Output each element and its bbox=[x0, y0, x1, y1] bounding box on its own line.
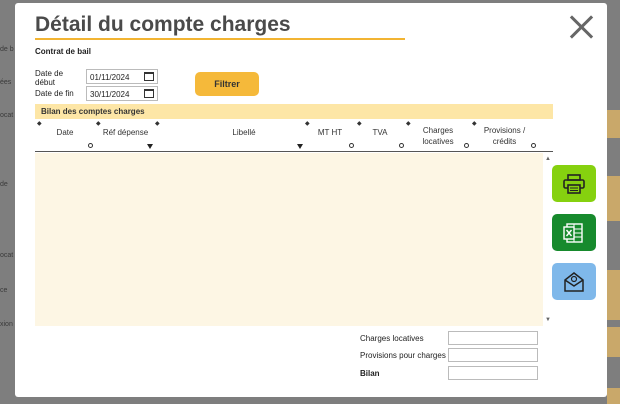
printer-icon bbox=[563, 173, 585, 194]
sort-icon[interactable]: ◆ bbox=[305, 120, 310, 127]
background-tile bbox=[607, 176, 620, 221]
end-date-field[interactable]: 30/11/2024 bbox=[86, 86, 158, 101]
sort-icon[interactable]: ◆ bbox=[357, 120, 362, 127]
search-icon[interactable] bbox=[531, 143, 536, 148]
charges-detail-modal: Détail du compte charges Contrat de bail… bbox=[15, 3, 607, 397]
background-text: ocat bbox=[0, 252, 14, 259]
background-text: de b bbox=[0, 46, 14, 53]
excel-icon bbox=[563, 222, 583, 243]
sort-icon[interactable]: ◆ bbox=[406, 120, 411, 127]
excel-export-button[interactable] bbox=[552, 214, 596, 251]
filter-icon[interactable] bbox=[297, 144, 303, 149]
print-button[interactable] bbox=[552, 165, 596, 202]
background-text: ées bbox=[0, 79, 12, 86]
table-body bbox=[35, 153, 545, 326]
background-text: ce bbox=[0, 287, 8, 294]
search-icon[interactable] bbox=[464, 143, 469, 148]
sort-icon[interactable]: ◆ bbox=[37, 120, 42, 127]
search-icon[interactable] bbox=[349, 143, 354, 148]
search-icon[interactable] bbox=[88, 143, 93, 148]
modal-title: Détail du compte charges bbox=[35, 13, 291, 36]
column-ref-depense[interactable]: Réf dépense bbox=[98, 127, 153, 138]
email-button[interactable] bbox=[552, 263, 596, 300]
search-icon[interactable] bbox=[399, 143, 404, 148]
filter-button[interactable]: Filtrer bbox=[195, 72, 259, 96]
bilan-field[interactable] bbox=[448, 366, 538, 380]
calendar-icon[interactable] bbox=[144, 72, 154, 81]
sort-icon[interactable]: ◆ bbox=[472, 120, 477, 127]
section-title: Bilan des comptes charges bbox=[35, 104, 553, 119]
sort-icon[interactable]: ◆ bbox=[96, 120, 101, 127]
bilan-label: Bilan bbox=[360, 369, 380, 378]
provisions-field[interactable] bbox=[448, 348, 538, 362]
start-date-field[interactable]: 01/11/2024 bbox=[86, 69, 158, 84]
background-tile bbox=[607, 110, 620, 138]
end-date-value: 30/11/2024 bbox=[90, 90, 130, 99]
background-text: ocat bbox=[0, 112, 14, 119]
start-date-label: Date de début bbox=[35, 69, 64, 87]
charges-locatives-label: Charges locatives bbox=[360, 334, 424, 343]
charges-locatives-field[interactable] bbox=[448, 331, 538, 345]
calendar-icon[interactable] bbox=[144, 89, 154, 98]
end-date-label: Date de fin bbox=[35, 89, 74, 98]
background-tile bbox=[607, 388, 620, 404]
modal-subtitle: Contrat de bail bbox=[35, 47, 92, 56]
envelope-icon bbox=[564, 271, 584, 292]
column-tva[interactable]: TVA bbox=[364, 127, 396, 138]
column-charges-locatives[interactable]: Charges locatives bbox=[417, 125, 459, 147]
table-header: ◆ Date ◆ Réf dépense ◆ Libellé ◆ MT HT ◆… bbox=[35, 119, 553, 152]
column-date[interactable]: Date bbox=[45, 127, 85, 138]
filter-icon[interactable] bbox=[147, 144, 153, 149]
column-mt-ht[interactable]: MT HT bbox=[313, 127, 347, 138]
background-text: xion bbox=[0, 321, 13, 328]
close-icon[interactable] bbox=[568, 14, 594, 40]
scroll-up-icon[interactable]: ▲ bbox=[545, 156, 551, 162]
background-text: de bbox=[0, 181, 8, 188]
provisions-label: Provisions pour charges bbox=[360, 351, 446, 360]
title-underline bbox=[35, 38, 405, 40]
start-date-value: 01/11/2024 bbox=[90, 73, 130, 82]
scroll-down-icon[interactable]: ▼ bbox=[545, 317, 551, 323]
column-libelle[interactable]: Libellé bbox=[165, 127, 323, 138]
column-provisions-credits[interactable]: Provisions / crédits bbox=[477, 125, 532, 147]
background-tile bbox=[607, 327, 620, 357]
background-tile bbox=[607, 270, 620, 320]
sort-icon[interactable]: ◆ bbox=[155, 120, 160, 127]
